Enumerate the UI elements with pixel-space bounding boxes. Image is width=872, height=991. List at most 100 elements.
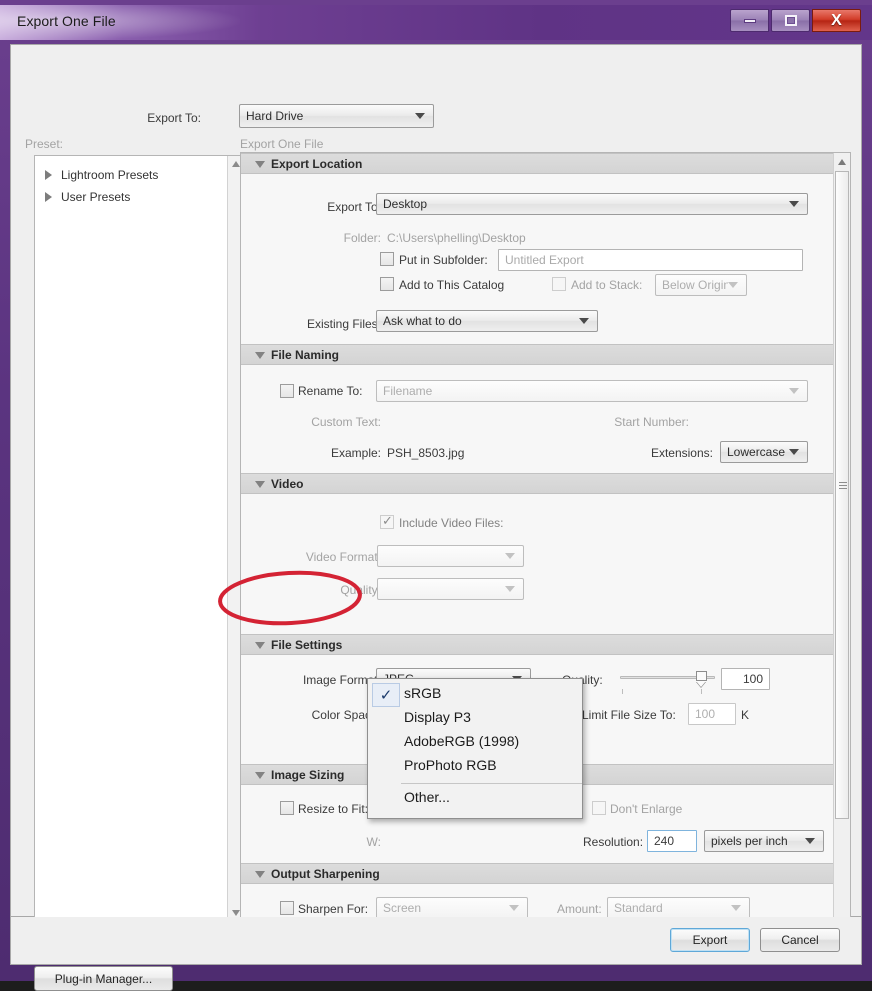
- export-location-destination-value: Desktop: [377, 197, 789, 211]
- subfolder-name-input[interactable]: Untitled Export: [498, 249, 803, 271]
- include-video-checkbox: [380, 515, 394, 529]
- panel-caption: Export One File: [240, 137, 323, 151]
- chevron-right-icon: [45, 192, 52, 202]
- menu-item-label: Other...: [404, 789, 450, 805]
- minimize-button[interactable]: [730, 9, 769, 32]
- preset-list[interactable]: Lightroom Presets User Presets: [34, 155, 243, 922]
- slider-thumb[interactable]: [696, 671, 707, 687]
- menu-item-label: AdobeRGB (1998): [404, 733, 519, 749]
- menu-item-srgb[interactable]: sRGB: [404, 685, 441, 701]
- export-button[interactable]: Export: [670, 928, 750, 952]
- cancel-button-label: Cancel: [781, 933, 818, 947]
- preset-tree: Lightroom Presets User Presets: [45, 165, 158, 207]
- preset-group-label: Lightroom Presets: [61, 168, 158, 182]
- triangle-down-icon: [255, 642, 265, 649]
- dialog-footer: Export Cancel: [10, 917, 862, 965]
- close-button[interactable]: X: [812, 9, 861, 32]
- scroll-up-icon[interactable]: [232, 161, 240, 167]
- panel-scrollbar[interactable]: [833, 153, 850, 941]
- section-header-file-settings[interactable]: File Settings: [241, 634, 850, 655]
- export-settings-panel: Export Location Export To: Desktop Folde…: [240, 152, 851, 942]
- menu-item-check-highlight: ✓: [372, 683, 400, 707]
- add-to-stack-checkbox: [552, 277, 566, 291]
- chevron-down-icon: [805, 838, 815, 844]
- rename-template-value: Filename: [377, 384, 789, 398]
- preset-label: Preset:: [25, 137, 63, 151]
- section-title: Image Sizing: [271, 768, 344, 782]
- existing-files-combo[interactable]: Ask what to do: [376, 310, 598, 332]
- preset-group-label: User Presets: [61, 190, 130, 204]
- resize-to-fit-label: Resize to Fit:: [298, 802, 368, 816]
- minimize-icon: [744, 19, 756, 23]
- chevron-down-icon: [579, 318, 589, 324]
- export-to-destination-value: Hard Drive: [240, 109, 415, 123]
- section-header-output-sharpening[interactable]: Output Sharpening: [241, 863, 850, 884]
- menu-item-adobergb[interactable]: AdobeRGB (1998): [404, 733, 519, 749]
- stack-position-combo: Below Original: [655, 274, 747, 296]
- folder-label: Folder:: [301, 231, 381, 245]
- sharpen-for-combo: Screen: [376, 897, 528, 919]
- section-header-export-location[interactable]: Export Location: [241, 153, 850, 174]
- example-value: PSH_8503.jpg: [387, 446, 464, 460]
- chevron-down-icon: [415, 113, 425, 119]
- maximize-icon: [785, 15, 797, 26]
- chevron-down-icon: [789, 388, 799, 394]
- jpeg-quality-input[interactable]: 100: [721, 668, 770, 690]
- limit-file-size-label: Limit File Size To:: [582, 708, 676, 722]
- chevron-down-icon: [789, 201, 799, 207]
- sharpen-for-checkbox[interactable]: [280, 901, 294, 915]
- put-in-subfolder-checkbox[interactable]: [380, 252, 394, 266]
- menu-item-display-p3[interactable]: Display P3: [404, 709, 471, 725]
- jpeg-quality-slider[interactable]: [620, 672, 715, 686]
- preset-group-user[interactable]: User Presets: [45, 187, 158, 207]
- section-header-video[interactable]: Video: [241, 473, 850, 494]
- add-to-stack-label: Add to Stack:: [571, 278, 642, 292]
- sharpen-amount-label: Amount:: [557, 902, 602, 916]
- resolution-label: Resolution:: [583, 835, 643, 849]
- menu-item-other[interactable]: Other...: [404, 789, 450, 805]
- section-title: File Settings: [271, 638, 342, 652]
- extensions-combo[interactable]: Lowercase: [720, 441, 808, 463]
- extensions-value: Lowercase: [721, 445, 789, 459]
- video-quality-combo: [377, 578, 524, 600]
- chevron-down-icon: [505, 586, 515, 592]
- existing-files-label: Existing Files:: [275, 317, 381, 331]
- custom-text-label: Custom Text:: [281, 415, 381, 429]
- export-location-destination-combo[interactable]: Desktop: [376, 193, 808, 215]
- triangle-down-icon: [255, 772, 265, 779]
- resize-to-fit-checkbox[interactable]: [280, 801, 294, 815]
- scroll-down-icon[interactable]: [232, 910, 240, 916]
- panel-scrollbar-thumb[interactable]: [835, 171, 849, 819]
- section-title: Output Sharpening: [271, 867, 380, 881]
- add-to-catalog-label: Add to This Catalog: [399, 278, 504, 292]
- scroll-up-icon[interactable]: [838, 159, 846, 165]
- cancel-button[interactable]: Cancel: [760, 928, 840, 952]
- export-to-destination-combo[interactable]: Hard Drive: [239, 104, 434, 128]
- maximize-button[interactable]: [771, 9, 810, 32]
- add-to-catalog-checkbox[interactable]: [380, 277, 394, 291]
- video-quality-label: Quality:: [291, 583, 381, 597]
- subfolder-name-value: Untitled Export: [505, 253, 584, 267]
- color-space-label: Color Space:: [281, 708, 381, 722]
- start-number-label: Start Number:: [589, 415, 689, 429]
- scrollbar-grip-icon: [839, 482, 847, 483]
- rename-template-combo[interactable]: Filename: [376, 380, 808, 402]
- color-space-dropdown-menu[interactable]: ✓ sRGB Display P3 AdobeRGB (1998) ProPho…: [367, 678, 583, 819]
- triangle-down-icon: [255, 481, 265, 488]
- rename-to-checkbox[interactable]: [280, 384, 294, 398]
- resolution-input[interactable]: 240: [647, 830, 697, 852]
- section-header-file-naming[interactable]: File Naming: [241, 344, 850, 365]
- preset-group-lightroom[interactable]: Lightroom Presets: [45, 165, 158, 185]
- triangle-down-icon: [255, 871, 265, 878]
- resolution-unit-value: pixels per inch: [705, 834, 805, 848]
- resolution-unit-combo[interactable]: pixels per inch: [704, 830, 824, 852]
- menu-item-label: Display P3: [404, 709, 471, 725]
- dont-enlarge-checkbox: [592, 801, 606, 815]
- sharpen-amount-value: Standard: [608, 901, 731, 915]
- export-dialog-window: Export One File X Export To: Hard Drive …: [0, 0, 872, 981]
- title-bar[interactable]: Export One File X: [0, 5, 872, 40]
- sharpen-for-value: Screen: [377, 901, 509, 915]
- limit-file-size-input[interactable]: 100: [688, 703, 736, 725]
- menu-item-prophoto-rgb[interactable]: ProPhoto RGB: [404, 757, 497, 773]
- plugin-manager-button[interactable]: Plug-in Manager...: [34, 966, 173, 991]
